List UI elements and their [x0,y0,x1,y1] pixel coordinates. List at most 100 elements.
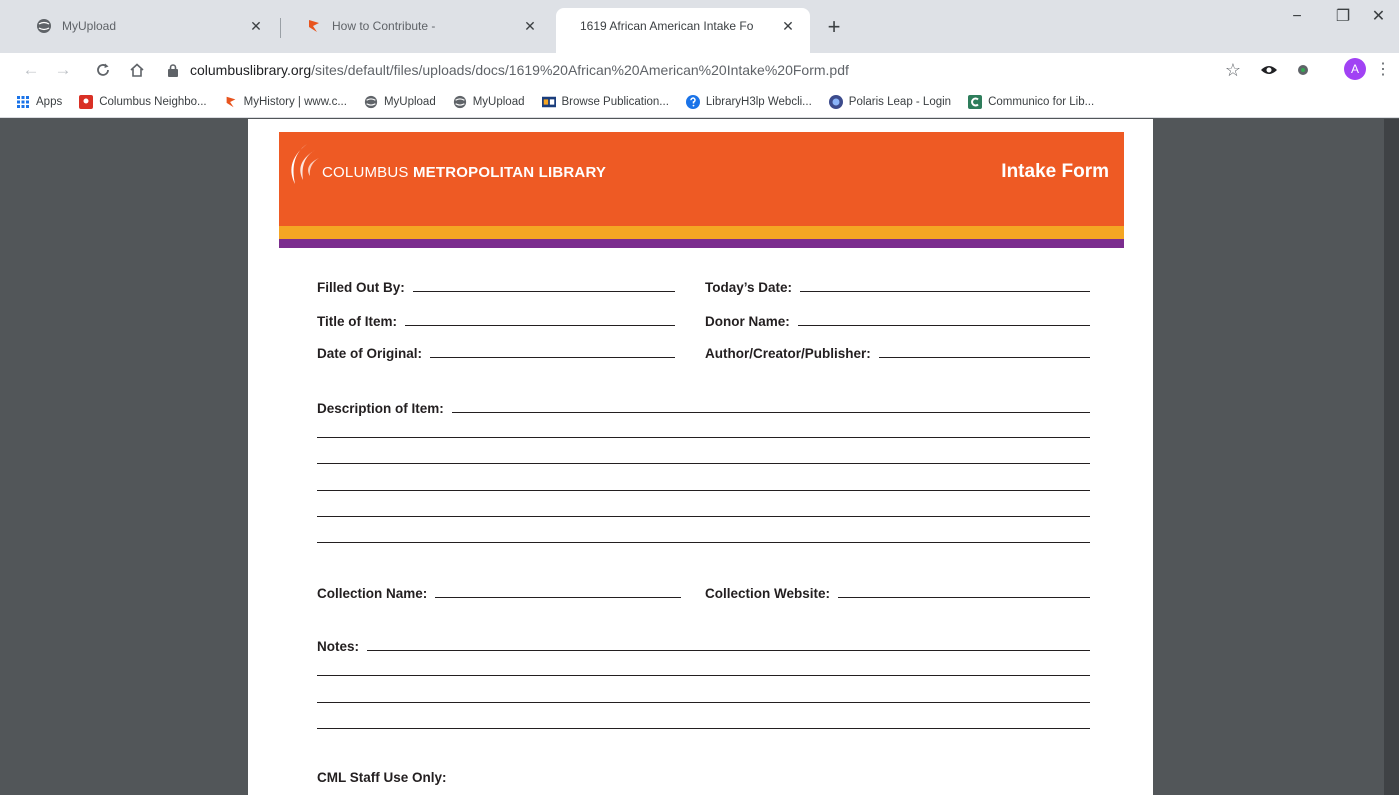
browser-toolbar: ← → columbuslibrary.org/sites/default/fi… [0,53,1399,87]
field-label: Title of Item: [317,314,398,329]
globe-icon [36,18,52,34]
staff-use-only-heading: CML Staff Use Only: [317,767,447,785]
date-of-original-field[interactable]: Date of Original: [317,343,675,361]
tab-title: 1619 African American Intake Fo [580,18,754,33]
bookmark-communico[interactable]: Communico for Lib... [968,95,1094,109]
polaris-icon [828,95,843,109]
new-tab-button[interactable]: + [820,14,848,42]
description-of-item-field[interactable]: Description of Item: [317,398,1090,416]
collection-website-field[interactable]: Collection Website: [705,583,1090,601]
field-line [797,325,1090,326]
pdf-viewer[interactable]: COLUMBUS METROPOLITAN LIBRARY Intake For… [0,119,1399,795]
close-tab-icon[interactable]: ✕ [248,18,264,34]
bookmark-label: Browse Publication... [561,96,669,108]
field-label: Author/Creator/Publisher: [705,346,871,361]
extension-dot-icon[interactable] [1290,57,1316,83]
tab-title: How to Contribute - [332,18,436,33]
field-label: Description of Item: [317,401,444,416]
notes-line[interactable] [317,702,1090,703]
tab-myupload[interactable]: MyUpload ✕ [12,8,278,53]
bookmark-myhistory[interactable]: MyHistory | www.c... [224,95,347,109]
description-line[interactable] [317,490,1090,491]
home-icon[interactable] [124,57,150,83]
donor-name-field[interactable]: Donor Name: [705,311,1090,329]
collection-name-field[interactable]: Collection Name: [317,583,681,601]
bookmark-label: MyUpload [472,96,525,108]
description-line[interactable] [317,463,1090,464]
bookmark-polaris-leap[interactable]: Polaris Leap - Login [828,95,952,109]
field-label: Collection Name: [317,586,428,601]
field-label: Notes: [317,639,360,654]
tab-intake-form[interactable]: 1619 African American Intake Fo ✕ [556,8,810,53]
bookmark-libraryh3lp[interactable]: LibraryH3lp Webcli... [685,95,812,109]
bookmark-myupload-2[interactable]: MyUpload [453,95,525,109]
bookmark-label: Communico for Lib... [988,96,1095,108]
bookmark-star-icon[interactable]: ☆ [1220,57,1246,83]
bookmark-columbus-neighborhoods[interactable]: Columbus Neighbo... [79,95,207,109]
bookmark-label: Columbus Neighbo... [99,96,207,108]
library-name-bold: METROPOLITAN LIBRARY [412,164,607,181]
description-line[interactable] [317,437,1090,438]
field-line [405,325,675,326]
extension-eye-icon[interactable] [1256,57,1282,83]
field-label: Date of Original: [317,346,423,361]
close-window-button[interactable]: ✕ [1358,0,1399,34]
author-creator-publisher-field[interactable]: Author/Creator/Publisher: [705,343,1090,361]
mylibrary-flame-icon [306,18,322,34]
section-label: CML Staff Use Only: [317,770,447,785]
bookmark-label: MyUpload [383,96,436,108]
menu-kebab-icon[interactable]: ⋮ [1375,57,1391,83]
bookmark-apps[interactable]: Apps [16,95,62,109]
close-tab-icon[interactable]: ✕ [522,18,538,34]
bookmark-myupload-1[interactable]: MyUpload [364,95,436,109]
tab-divider [280,18,281,38]
field-line [430,357,675,358]
nb-logo-icon [541,95,556,109]
field-line [435,597,681,598]
bookmark-browse-publications[interactable]: Browse Publication... [541,95,669,109]
description-line[interactable] [317,516,1090,517]
globe-icon [364,95,378,109]
lock-icon [168,63,182,77]
profile-avatar[interactable]: A [1344,58,1366,80]
map-pin-icon [79,95,94,109]
library-name: COLUMBUS METROPOLITAN LIBRARY [322,164,606,181]
tab-title: MyUpload [62,18,117,33]
field-line [878,357,1090,358]
title-of-item-field[interactable]: Title of Item: [317,311,675,329]
tab-how-to-contribute[interactable]: How to Contribute - ✕ [282,8,552,53]
minimize-button[interactable]: − [1274,0,1320,34]
bookmarks-bar: Apps Columbus Neighbo... MyHistory | www… [0,87,1399,118]
form-title: Intake Form [1001,161,1109,182]
back-arrow-icon[interactable]: ← [18,57,44,83]
pdf-page: COLUMBUS METROPOLITAN LIBRARY Intake For… [248,119,1153,795]
address-bar[interactable]: columbuslibrary.org/sites/default/files/… [168,56,1206,84]
banner-stripe-purple [279,239,1124,248]
field-line [451,412,1090,413]
field-line [367,650,1090,651]
bookmark-label: LibraryH3lp Webcli... [705,96,812,108]
bookmark-label: MyHistory | www.c... [243,96,347,108]
field-line [800,291,1090,292]
tab-strip: MyUpload ✕ How to Contribute - ✕ 1619 Af… [0,0,1399,53]
description-line[interactable] [317,542,1090,543]
close-tab-icon[interactable]: ✕ [780,18,796,34]
field-line [412,291,675,292]
library-logo-icon [291,144,319,184]
communico-icon [968,95,983,109]
field-line [838,597,1090,598]
field-label: Today’s Date: [705,280,793,295]
filled-out-by-field[interactable]: Filled Out By: [317,277,675,295]
globe-icon [453,95,467,109]
notes-line[interactable] [317,675,1090,676]
reload-icon[interactable] [90,57,116,83]
bookmark-label: Polaris Leap - Login [848,96,952,108]
todays-date-field[interactable]: Today’s Date: [705,277,1090,295]
field-label: Collection Website: [705,586,831,601]
forward-arrow-icon[interactable]: → [50,57,76,83]
field-label: Donor Name: [705,314,790,329]
scrollbar[interactable] [1384,119,1399,795]
apps-grid-icon [16,95,30,109]
notes-field[interactable]: Notes: [317,636,1090,654]
notes-line[interactable] [317,728,1090,729]
